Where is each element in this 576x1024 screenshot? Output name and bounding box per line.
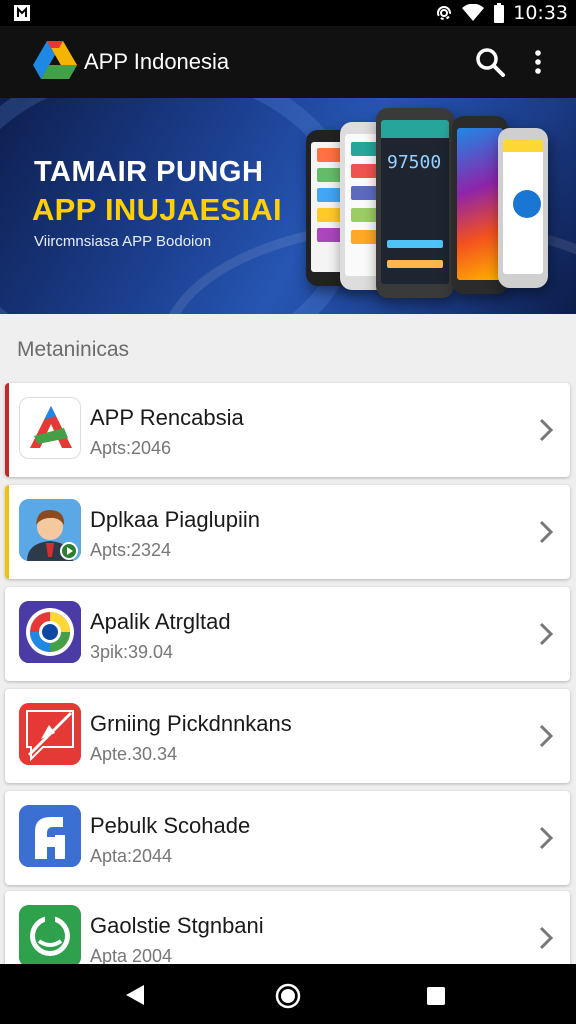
item-accent-bar	[5, 485, 9, 579]
avatar-person-icon	[19, 499, 81, 561]
app-meta: Apts:2324	[90, 540, 172, 560]
recents-icon[interactable]	[425, 985, 447, 1007]
hotspot-icon	[437, 6, 452, 20]
app-name: APP Rencabsia	[90, 405, 244, 430]
list-item[interactable]: Grniing Pickdnnkans Apte.30.34	[5, 689, 570, 783]
app-meta: Apts:2046	[90, 438, 172, 458]
home-icon[interactable]	[275, 983, 301, 1009]
wifi-icon	[462, 4, 485, 21]
screen: 10:33 APP Indonesia TAMAIR PUNGH APP INU…	[0, 0, 576, 1024]
more-vert-icon[interactable]	[526, 46, 550, 78]
status-bar: 10:33	[0, 0, 576, 26]
banner-subtitle: Viircmnsiasa APP Bodoion	[34, 233, 212, 250]
phone-illustration: 97500	[376, 108, 454, 298]
blue-f-icon	[19, 805, 81, 867]
chevron-right-icon	[539, 418, 554, 442]
app-name: Pebulk Scohade	[90, 813, 251, 838]
app-meta: 3pik:39.04	[90, 642, 174, 662]
app-meta: Apte.30.34	[90, 744, 178, 764]
camera-lens-icon	[19, 601, 81, 663]
list-item[interactable]: Pebulk Scohade Apta:2044	[5, 791, 570, 885]
battery-icon	[494, 3, 505, 23]
chevron-right-icon	[539, 926, 554, 950]
red-chat-icon	[19, 703, 81, 765]
list-item[interactable]: Apalik Atrgltad 3pik:39.04	[5, 587, 570, 681]
banner-headline-highlight: APP INUJAESIAI	[32, 192, 282, 227]
status-time: 10:33	[513, 2, 568, 24]
app-rencabsia-icon	[19, 397, 81, 459]
notification-icon	[14, 5, 30, 21]
app-logo-icon[interactable]	[33, 39, 77, 79]
green-chat-icon	[19, 905, 81, 967]
section-title: Metaninicas	[17, 338, 130, 361]
phone-illustration	[498, 128, 548, 288]
item-accent-bar	[5, 383, 9, 477]
promo-banner[interactable]: TAMAIR PUNGH APP INUJAESIAI Viircmnsiasa…	[0, 98, 576, 314]
app-bar: APP Indonesia	[0, 26, 576, 98]
chevron-right-icon	[539, 520, 554, 544]
app-name: Apalik Atrgltad	[90, 609, 231, 634]
list-item[interactable]: APP Rencabsia Apts:2046	[5, 383, 570, 477]
status-icons: 10:33	[435, 0, 568, 26]
app-meta: Apta:2044	[90, 846, 173, 866]
chevron-right-icon	[539, 724, 554, 748]
app-title: APP Indonesia	[84, 49, 230, 74]
phone-screen-text: 97500	[387, 152, 442, 173]
chevron-right-icon	[539, 826, 554, 850]
back-icon[interactable]	[124, 983, 146, 1007]
banner-headline: TAMAIR PUNGH	[34, 156, 264, 188]
list-item[interactable]: Gaolstie Stgnbani Apta 2004	[5, 891, 570, 971]
chevron-right-icon	[539, 622, 554, 646]
app-name: Gaolstie Stgnbani	[90, 913, 264, 938]
list-item[interactable]: Dplkaa Piaglupiin Apts:2324	[5, 485, 570, 579]
app-name: Dplkaa Piaglupiin	[90, 507, 260, 532]
system-nav-bar	[0, 964, 576, 1024]
search-icon[interactable]	[474, 46, 506, 78]
app-name: Grniing Pickdnnkans	[90, 711, 292, 736]
